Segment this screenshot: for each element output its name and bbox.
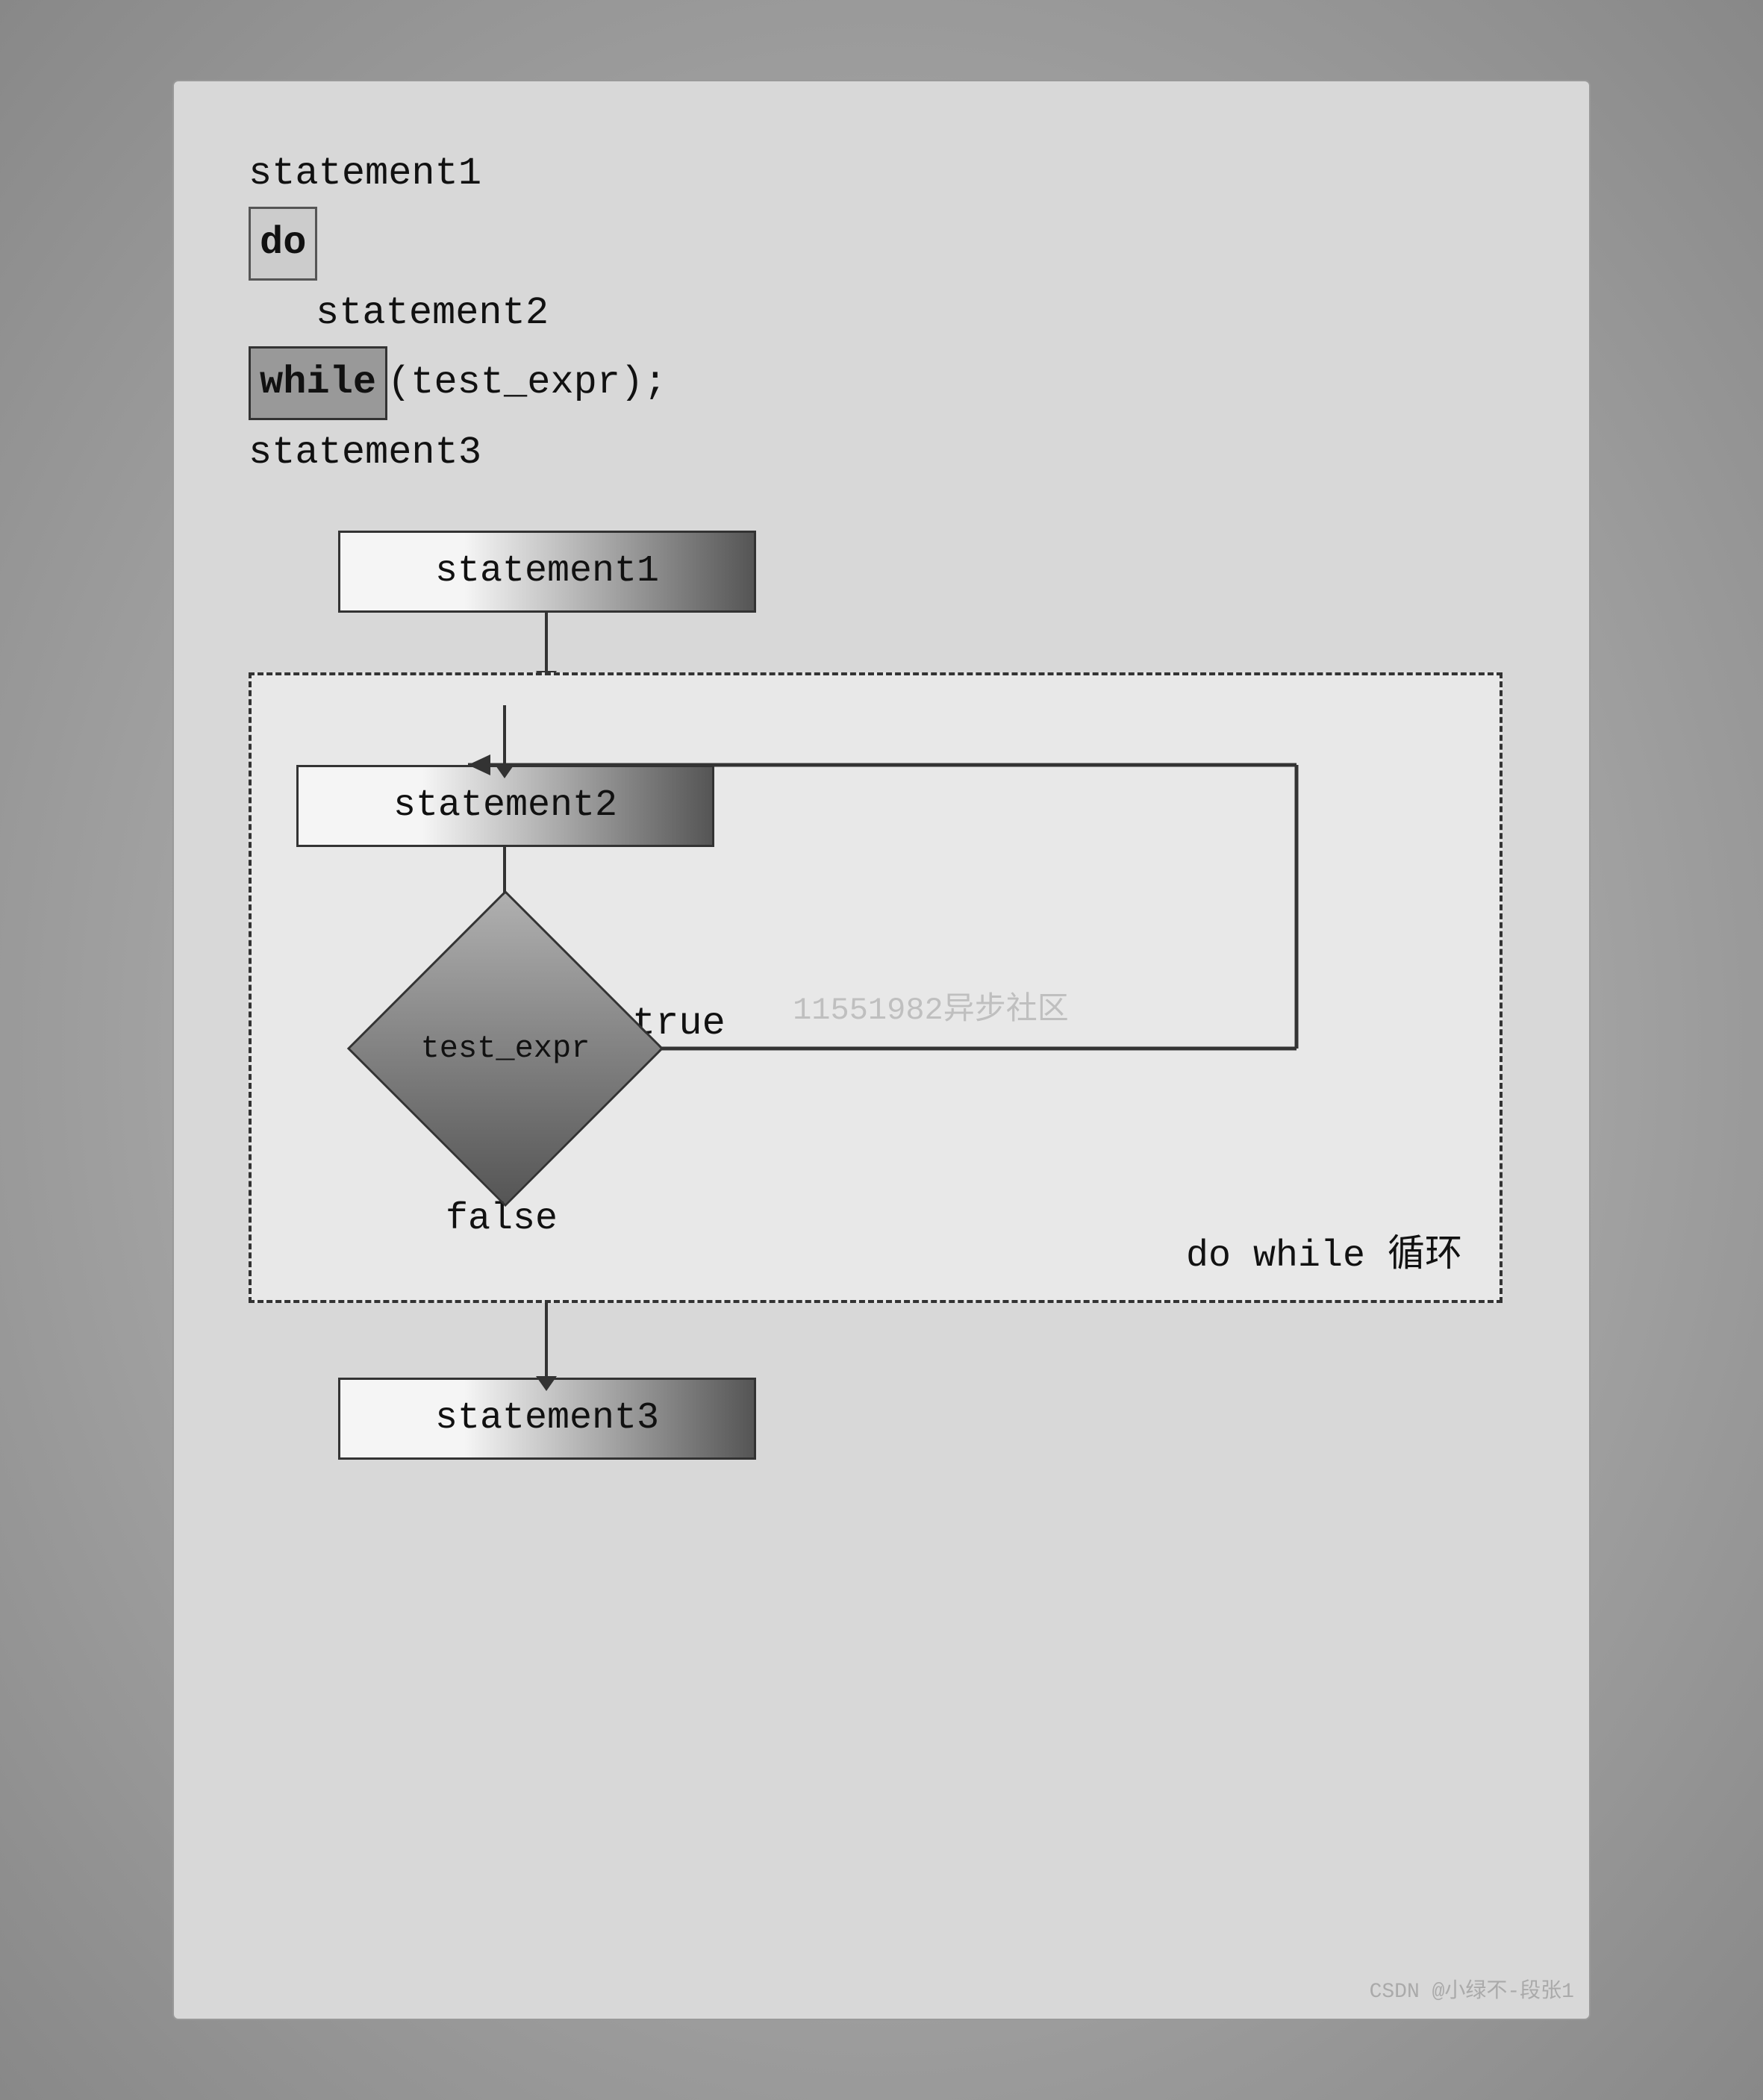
diamond-label: test_expr	[421, 1031, 590, 1066]
arrow-to-loop	[545, 613, 548, 672]
code-line2: do	[249, 207, 667, 280]
code-line3: statement2	[249, 281, 667, 346]
arrow-entry-loop	[503, 705, 506, 765]
flowchart: statement1 11551982异步社区	[249, 531, 1514, 1460]
watermark: 11551982异步社区	[793, 983, 1069, 1028]
false-label: false	[446, 1198, 558, 1240]
statement1-box: statement1	[338, 531, 756, 613]
diamond-container: test_expr	[296, 907, 714, 1190]
arrow-after-loop	[545, 1303, 548, 1378]
code-line4-rest: (test_expr);	[387, 360, 667, 404]
while-keyword: while	[249, 346, 387, 419]
code-section: statement1 do statement2 while(test_expr…	[249, 141, 667, 486]
code-line5: statement3	[249, 420, 667, 486]
do-keyword: do	[249, 207, 317, 280]
csdn-label: CSDN @小绿不-段张1	[1370, 1974, 1574, 2004]
statement2-label: statement2	[393, 784, 617, 827]
code-line1: statement1	[249, 141, 667, 207]
loop-caption: do while 循环	[1186, 1223, 1462, 1278]
statement3-label: statement3	[435, 1397, 659, 1440]
statement1-label: statement1	[435, 550, 659, 593]
main-card: statement1 do statement2 while(test_expr…	[172, 80, 1591, 2020]
code-line4: while(test_expr);	[249, 346, 667, 419]
loop-dashed-box: 11551982异步社区	[249, 672, 1503, 1303]
